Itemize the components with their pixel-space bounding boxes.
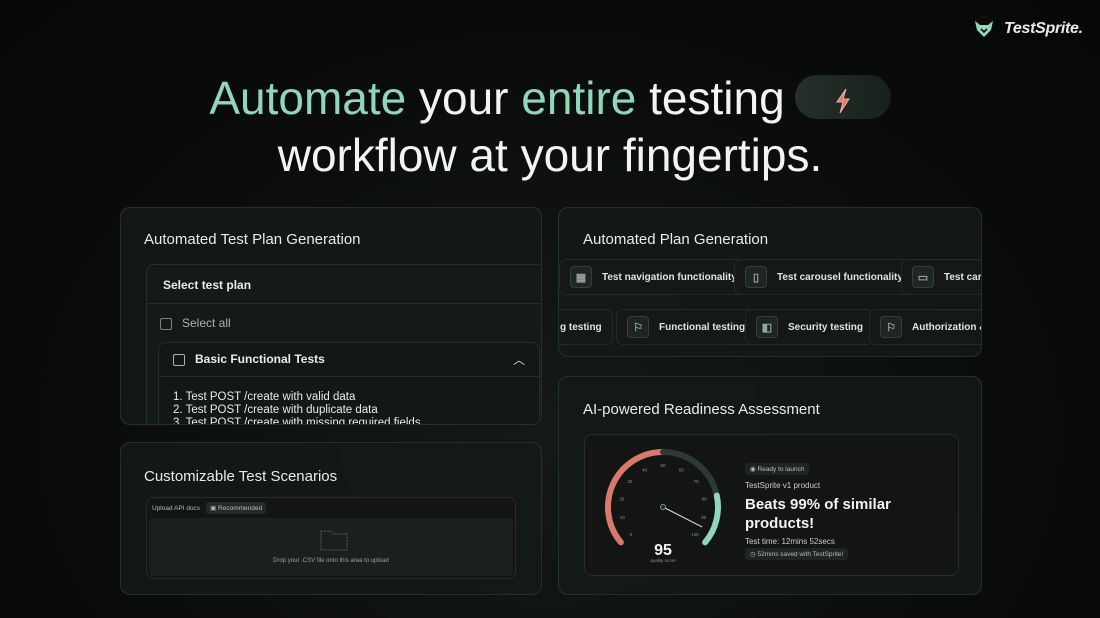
test-time: Test time: 12mins 52secs bbox=[745, 537, 835, 546]
fox-logo-icon bbox=[975, 21, 993, 37]
gauge-tick-label: 80 bbox=[702, 496, 708, 501]
readiness-headline: Beats 99% of similar products! bbox=[745, 496, 891, 532]
scenarios-panel: Customizable Test Scenarios Upload API d… bbox=[120, 442, 542, 595]
panel-icon: ◧ bbox=[756, 316, 778, 338]
chevron-up-icon[interactable]: ︿ bbox=[513, 351, 525, 368]
gauge-tick-label: 10 bbox=[620, 515, 626, 520]
gauge-tick-label: 100 bbox=[691, 532, 699, 537]
gauge-tick-label: 30 bbox=[627, 479, 633, 484]
quality-gauge: 0 10 20 30 40 50 60 70 80 90 100 95quality score bbox=[605, 449, 721, 563]
gauge-tick-label: 60 bbox=[679, 467, 685, 472]
grid-icon: ▦ bbox=[570, 266, 592, 288]
test-item: 2. Test POST /create with duplicate data bbox=[173, 404, 378, 416]
gauge-tick-label: 0 bbox=[630, 532, 633, 537]
flag-icon: ⚐ bbox=[880, 316, 902, 338]
brand-name: TestSprite. bbox=[1004, 20, 1083, 37]
chip-test-carousel[interactable]: ▯ Test carousel functionality bbox=[734, 259, 914, 295]
panel-title: Customizable Test Scenarios bbox=[144, 468, 338, 485]
recommended-badge: ▣ Recommended bbox=[206, 502, 267, 514]
chip-label: Functional testing bbox=[659, 321, 746, 333]
plan-generation-panel: Automated Plan Generation ▦ Test navigati… bbox=[558, 207, 982, 357]
folder-icon bbox=[320, 530, 348, 551]
gauge-tick-label: 20 bbox=[619, 496, 625, 501]
readiness-panel: AI-powered Readiness Assessment 0 10 20 30 4… bbox=[558, 376, 982, 595]
lightning-badge bbox=[794, 74, 891, 119]
test-group-label: Basic Functional Tests bbox=[195, 352, 325, 366]
test-list: 1. Test POST /create with valid data 2. … bbox=[173, 391, 421, 425]
test-group-header[interactable]: Basic Functional Tests bbox=[173, 352, 325, 366]
divider bbox=[159, 376, 539, 377]
gauge-tick-label: 70 bbox=[694, 479, 700, 484]
gauge-tick-label: 90 bbox=[701, 515, 707, 520]
divider bbox=[147, 303, 541, 304]
headline-word: Automate bbox=[209, 72, 407, 124]
product-name: TestSprite v1 product bbox=[745, 481, 821, 490]
chip-functional-testing[interactable]: ⚐ Functional testing bbox=[616, 309, 757, 345]
test-item: 3. Test POST /create with missing requir… bbox=[173, 417, 421, 425]
chip-label: Test navigation functionality bbox=[602, 271, 737, 283]
flag-icon: ⚐ bbox=[627, 316, 649, 338]
headline-word: testing bbox=[636, 72, 785, 124]
gauge-arc-low bbox=[605, 449, 666, 546]
panel-title: Automated Test Plan Generation bbox=[144, 231, 361, 248]
panel-title: Automated Plan Generation bbox=[583, 231, 769, 248]
chip-security-testing[interactable]: ◧ Security testing bbox=[745, 309, 875, 345]
headline-line-1: Automate your entire testing bbox=[0, 70, 1100, 127]
gauge-tick-label: 50 bbox=[660, 463, 666, 468]
readiness-card: 0 10 20 30 40 50 60 70 80 90 100 95 quality score ◉ … bbox=[584, 434, 959, 576]
gauge-tick-label: 40 bbox=[642, 467, 648, 472]
test-group-card: Basic Functional Tests ︿ 1. Test POST /c… bbox=[158, 342, 540, 425]
headline-word: your bbox=[406, 72, 522, 124]
gauge-needle bbox=[662, 506, 703, 528]
lightning-icon bbox=[835, 88, 850, 113]
select-all-checkbox[interactable]: Select all bbox=[160, 316, 231, 330]
chip-label: g testing bbox=[560, 321, 602, 333]
time-saved-label: 52mins saved with TestSprite! bbox=[757, 551, 844, 558]
checkbox[interactable] bbox=[160, 317, 172, 330]
brand-logo: TestSprite. bbox=[974, 20, 1083, 38]
checked-checkbox[interactable] bbox=[173, 353, 185, 366]
badge-label: Recommended bbox=[218, 505, 263, 512]
chip-partial[interactable]: g testing bbox=[559, 309, 613, 345]
headline-word: entire bbox=[521, 72, 637, 124]
status-badge: ◉ Ready to launch bbox=[745, 463, 810, 475]
drop-zone[interactable]: Drop your .CSV file onto this area to up… bbox=[149, 518, 513, 576]
select-test-plan-label: Select test plan bbox=[163, 278, 252, 292]
upload-tabs: Upload API docs ▣ Recommended bbox=[152, 502, 267, 514]
status-label: Ready to launch bbox=[757, 466, 805, 473]
select-all-label: Select all bbox=[182, 316, 231, 330]
test-item: 1. Test POST /create with valid data bbox=[173, 391, 356, 403]
headline-line-2: workflow at your fingertips. bbox=[277, 129, 823, 181]
chip-label: Test card f bbox=[944, 271, 982, 283]
chip-test-navigation[interactable]: ▦ Test navigation functionality bbox=[559, 259, 748, 295]
upload-card: Upload API docs ▣ Recommended Drop your … bbox=[146, 497, 516, 579]
gauge-hub bbox=[660, 504, 666, 510]
test-plan-card: Select test plan Select all Basic Functi… bbox=[146, 264, 541, 425]
upload-api-docs-tab[interactable]: Upload API docs bbox=[152, 505, 200, 512]
chip-label: Security testing bbox=[788, 321, 864, 333]
test-plan-panel: Automated Test Plan Generation Select te… bbox=[120, 207, 542, 425]
quality-score: 95 bbox=[654, 542, 672, 559]
chip-authorization[interactable]: ⚐ Authorization & A bbox=[869, 309, 981, 345]
chip-label: Test carousel functionality bbox=[777, 271, 903, 283]
chip-label: Authorization & A bbox=[912, 321, 981, 333]
gauge-arc-high bbox=[702, 492, 721, 546]
chip-test-card[interactable]: ▭ Test card f bbox=[901, 259, 982, 295]
drop-text: Drop your .CSV file onto this area to up… bbox=[273, 558, 389, 564]
panel-title: AI-powered Readiness Assessment bbox=[583, 401, 820, 418]
gauge-arc-mid bbox=[660, 449, 720, 499]
quality-score-label: quality score bbox=[650, 558, 676, 563]
time-saved-badge: ◷ 52mins saved with TestSprite! bbox=[745, 548, 849, 560]
carousel-icon: ▯ bbox=[745, 266, 767, 288]
card-icon: ▭ bbox=[912, 266, 934, 288]
